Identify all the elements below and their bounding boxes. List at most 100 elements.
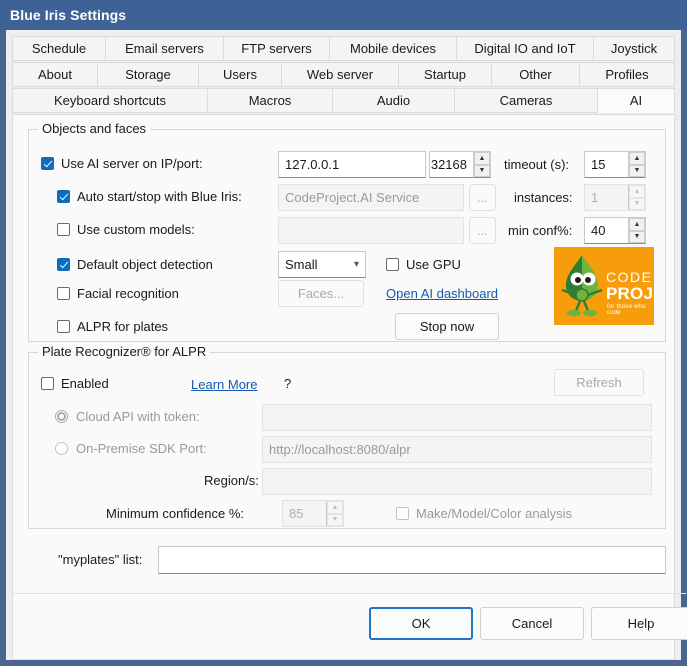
facial-recognition-checkbox[interactable]: Facial recognition [57,287,179,300]
plate-recognizer-enabled-checkbox[interactable]: Enabled [41,377,109,390]
checkbox-box [57,190,70,203]
timeout-spinner[interactable]: 15 ▲ ▼ [584,151,646,178]
tab-about[interactable]: About [12,62,97,87]
cloud-api-radio[interactable]: Cloud API with token: [55,410,200,423]
checkbox-box [57,287,70,300]
tab-ftp-servers[interactable]: FTP servers [223,36,329,61]
ok-button[interactable]: OK [369,607,473,640]
dialog-client-area: Schedule Email servers FTP servers Mobil… [6,30,687,660]
min-conf-value: 40 [591,223,606,238]
regions-label: Region/s: [204,473,259,488]
ai-service-browse-button[interactable]: ... [469,184,496,211]
plate-min-conf-arrows[interactable]: ▲ ▼ [326,501,343,526]
tab-label: Macros [248,93,292,108]
browse-label: ... [477,223,488,238]
tab-profiles[interactable]: Profiles [579,62,675,87]
auto-start-stop-checkbox[interactable]: Auto start/stop with Blue Iris: [57,190,242,203]
tab-users[interactable]: Users [198,62,281,87]
logo-project-text: PROJECT [606,284,654,303]
tab-storage[interactable]: Storage [97,62,198,87]
tab-email-servers[interactable]: Email servers [105,36,223,61]
regions-input[interactable] [262,468,652,495]
port-spinner-down[interactable]: ▼ [474,164,490,177]
help-button[interactable]: Help [591,607,687,640]
tab-panel-ai: Objects and faces Use AI server on IP/po… [12,114,687,660]
port-spinner-up[interactable]: ▲ [474,152,490,165]
tab-row-2: About Storage Users Web server Startup O… [12,62,681,87]
tab-cameras[interactable]: Cameras [454,88,597,113]
use-ai-server-checkbox[interactable]: Use AI server on IP/port: [41,157,203,170]
min-conf-spinner-down[interactable]: ▼ [629,230,645,243]
objects-and-faces-title: Objects and faces [38,121,151,136]
use-custom-models-label: Use custom models: [77,222,195,237]
instances-spinner[interactable]: 1 ▲ ▼ [584,184,646,211]
help-question-icon[interactable]: ? [284,377,291,390]
cloud-api-label: Cloud API with token: [76,409,200,424]
cloud-api-token-input[interactable] [262,404,652,431]
tab-ai[interactable]: AI [597,88,675,113]
make-model-color-checkbox[interactable]: Make/Model/Color analysis [396,507,572,520]
timeout-spinner-up[interactable]: ▲ [629,152,645,165]
on-premise-sdk-port-input[interactable]: http://localhost:8080/alpr [262,436,652,463]
tab-keyboard-shortcuts[interactable]: Keyboard shortcuts [12,88,207,113]
faces-button-label: Faces... [297,286,345,301]
alpr-for-plates-checkbox[interactable]: ALPR for plates [57,320,168,333]
custom-models-path-input[interactable] [278,217,464,244]
objects-and-faces-group: Objects and faces Use AI server on IP/po… [28,121,666,342]
plate-min-conf-down[interactable]: ▼ [327,513,343,526]
ok-label: OK [411,616,431,631]
help-label: Help [627,616,655,631]
tab-other[interactable]: Other [491,62,579,87]
cancel-button[interactable]: Cancel [480,607,584,640]
make-model-color-label: Make/Model/Color analysis [416,506,573,521]
tab-label: FTP servers [241,41,312,56]
use-custom-models-checkbox[interactable]: Use custom models: [57,223,195,236]
timeout-spinner-down[interactable]: ▼ [629,164,645,177]
plate-min-conf-up[interactable]: ▲ [327,501,343,514]
tab-web-server[interactable]: Web server [281,62,398,87]
faces-button[interactable]: Faces... [278,280,364,307]
learn-more-link[interactable]: Learn More [191,377,257,392]
open-ai-dashboard-link[interactable]: Open AI dashboard [386,286,498,301]
model-size-combo[interactable]: Small ▾ [278,251,366,278]
logo-code-text: CODE [606,269,653,285]
min-conf-spinner-up[interactable]: ▲ [629,218,645,231]
tab-row-3: Keyboard shortcuts Macros Audio Cameras … [12,88,681,113]
tab-label: Audio [376,93,411,108]
tab-schedule[interactable]: Schedule [12,36,105,61]
tab-row-1: Schedule Email servers FTP servers Mobil… [12,36,681,61]
port-spinner-arrows[interactable]: ▲ ▼ [473,152,490,177]
tab-joystick[interactable]: Joystick [593,36,675,61]
on-premise-sdk-radio[interactable]: On-Premise SDK Port: [55,442,207,455]
refresh-button[interactable]: Refresh [554,369,644,396]
tab-macros[interactable]: Macros [207,88,332,113]
instances-spinner-arrows[interactable]: ▲ ▼ [628,185,645,210]
ai-server-ip-input[interactable]: 127.0.0.1 [278,151,426,178]
ai-service-name-input[interactable]: CodeProject.AI Service [278,184,464,211]
min-conf-spinner-arrows[interactable]: ▲ ▼ [628,218,645,243]
instances-spinner-up[interactable]: ▲ [629,185,645,198]
min-conf-spinner[interactable]: 40 ▲ ▼ [584,217,646,244]
tab-label: Schedule [31,41,87,56]
stop-now-button[interactable]: Stop now [395,313,499,340]
tab-label: Digital IO and IoT [474,41,576,56]
custom-models-browse-button[interactable]: ... [469,217,496,244]
tab-audio[interactable]: Audio [332,88,454,113]
myplates-list-label: "myplates" list: [58,552,143,567]
timeout-spinner-arrows[interactable]: ▲ ▼ [628,152,645,177]
use-gpu-checkbox[interactable]: Use GPU [386,258,461,271]
radio-circle [55,442,68,455]
myplates-list-input[interactable] [158,546,666,574]
default-object-detection-label: Default object detection [77,257,213,272]
plate-min-confidence-spinner[interactable]: 85 ▲ ▼ [282,500,344,527]
plate-min-confidence-value: 85 [289,506,304,521]
default-object-detection-checkbox[interactable]: Default object detection [57,258,213,271]
on-premise-sdk-label: On-Premise SDK Port: [76,441,207,456]
instances-spinner-down[interactable]: ▼ [629,197,645,210]
ai-server-port-spinner[interactable]: 32168 ▲ ▼ [429,151,491,178]
use-gpu-label: Use GPU [406,257,461,272]
tab-startup[interactable]: Startup [398,62,491,87]
tab-digital-io-and-iot[interactable]: Digital IO and IoT [456,36,593,61]
checkbox-box [57,320,70,333]
tab-mobile-devices[interactable]: Mobile devices [329,36,456,61]
